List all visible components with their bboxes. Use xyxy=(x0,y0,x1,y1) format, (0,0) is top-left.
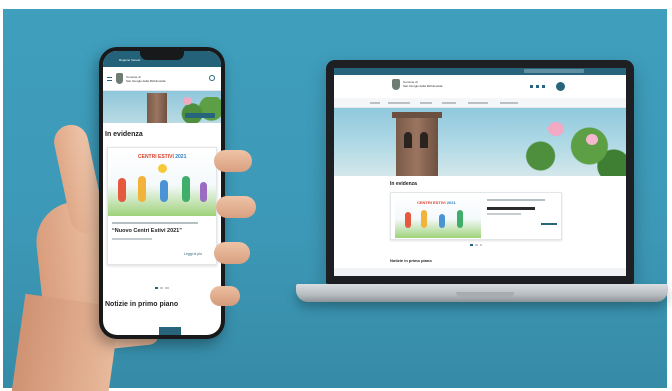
card-meta-line xyxy=(487,199,545,201)
laptop-footer-strip xyxy=(334,268,626,276)
laptop-hero-image xyxy=(334,108,626,176)
phone-screen: Regione Veneto Comune di San Giorgio del… xyxy=(103,51,221,335)
phone-bottom-tab[interactable] xyxy=(159,327,181,335)
foliage xyxy=(504,126,626,176)
phone-hero-image xyxy=(103,91,221,123)
flower xyxy=(183,97,192,105)
crest-icon xyxy=(392,79,400,90)
bell-tower xyxy=(147,93,167,123)
read-more-link[interactable] xyxy=(541,223,557,225)
phone-site-header: Comune di San Giorgio della Richinvelda xyxy=(103,67,221,91)
phone-card-headline: “Nuovo Centri Estivi 2021” xyxy=(112,228,182,234)
laptop-card-title: CENTRI ESTIVI xyxy=(417,200,446,205)
child-figure xyxy=(138,176,146,202)
crest-icon xyxy=(116,73,123,84)
finger xyxy=(216,196,256,218)
laptop-screen: Comune di San Giorgio della Richinvelda … xyxy=(334,68,626,276)
phone-card-heading: CENTRI ESTIVI 2021 xyxy=(138,154,186,160)
photo-scene: Comune di San Giorgio della Richinvelda … xyxy=(0,0,672,391)
child-figure xyxy=(160,180,168,202)
finger xyxy=(214,150,252,172)
phone-card-year: 2021 xyxy=(175,154,187,160)
phone-section-title: In evidenza xyxy=(105,131,143,138)
phone-region-label: Regione Veneto xyxy=(119,58,141,62)
social-icons xyxy=(530,85,550,88)
phone-notch xyxy=(140,51,184,60)
child-figure xyxy=(439,214,445,228)
phone-card-title: CENTRI ESTIVI xyxy=(138,154,174,160)
phone-featured-card[interactable]: CENTRI ESTIVI 2021 “Nuovo Centri Estivi … xyxy=(107,147,217,265)
laptop-card-image: CENTRI ESTIVI 2021 xyxy=(395,196,481,238)
finger xyxy=(214,242,250,264)
nav-item[interactable] xyxy=(468,102,488,104)
sun-icon xyxy=(158,164,167,173)
tower-top xyxy=(392,112,442,118)
phone-town-line2: San Giorgio della Richinvelda xyxy=(126,79,166,83)
child-figure xyxy=(405,212,411,228)
child-figure xyxy=(200,182,207,202)
laptop-bottom-section: Notizie in primo piano xyxy=(390,258,432,263)
bell-tower xyxy=(396,116,438,176)
foliage xyxy=(173,97,221,123)
laptop-featured-card[interactable]: CENTRI ESTIVI 2021 xyxy=(390,192,562,240)
laptop-top-bar-button xyxy=(524,69,584,73)
card-text-line xyxy=(112,238,152,240)
hero-button[interactable] xyxy=(185,113,215,118)
child-figure xyxy=(421,210,427,228)
menu-icon[interactable] xyxy=(107,77,112,81)
nav-item[interactable] xyxy=(420,102,432,104)
flower xyxy=(586,134,598,145)
laptop-section-title: In evidenza xyxy=(390,181,417,187)
laptop-site-header: Comune di San Giorgio della Richinvelda xyxy=(334,75,626,98)
card-meta-line xyxy=(112,222,198,224)
search-icon[interactable] xyxy=(556,82,565,91)
nav-item[interactable] xyxy=(370,102,380,104)
phone-read-more[interactable]: Leggi di più xyxy=(184,252,202,256)
laptop-card-year: 2021 xyxy=(446,200,456,205)
nav-item[interactable] xyxy=(500,102,518,104)
child-figure xyxy=(182,176,190,202)
laptop-town-line2: San Giorgio della Richinvelda xyxy=(403,84,443,88)
nav-item[interactable] xyxy=(442,102,456,104)
tower-window xyxy=(404,132,412,148)
child-figure xyxy=(118,178,126,202)
flower xyxy=(548,122,564,136)
child-figure xyxy=(457,210,463,228)
card-text-line xyxy=(487,213,521,215)
tower-window xyxy=(420,132,428,148)
phone-card-image: CENTRI ESTIVI 2021 xyxy=(108,148,216,216)
finger xyxy=(210,286,240,306)
nav-item[interactable] xyxy=(388,102,410,104)
laptop-nav-bar xyxy=(334,98,626,108)
card-headline-line xyxy=(487,207,535,210)
carousel-dots[interactable] xyxy=(155,287,169,289)
laptop-opening-notch xyxy=(456,292,514,298)
search-icon[interactable] xyxy=(209,75,215,81)
carousel-dots[interactable] xyxy=(470,244,482,246)
phone-bottom-section: Notizie in primo piano xyxy=(105,301,179,308)
laptop-card-heading: CENTRI ESTIVI 2021 xyxy=(417,200,456,205)
